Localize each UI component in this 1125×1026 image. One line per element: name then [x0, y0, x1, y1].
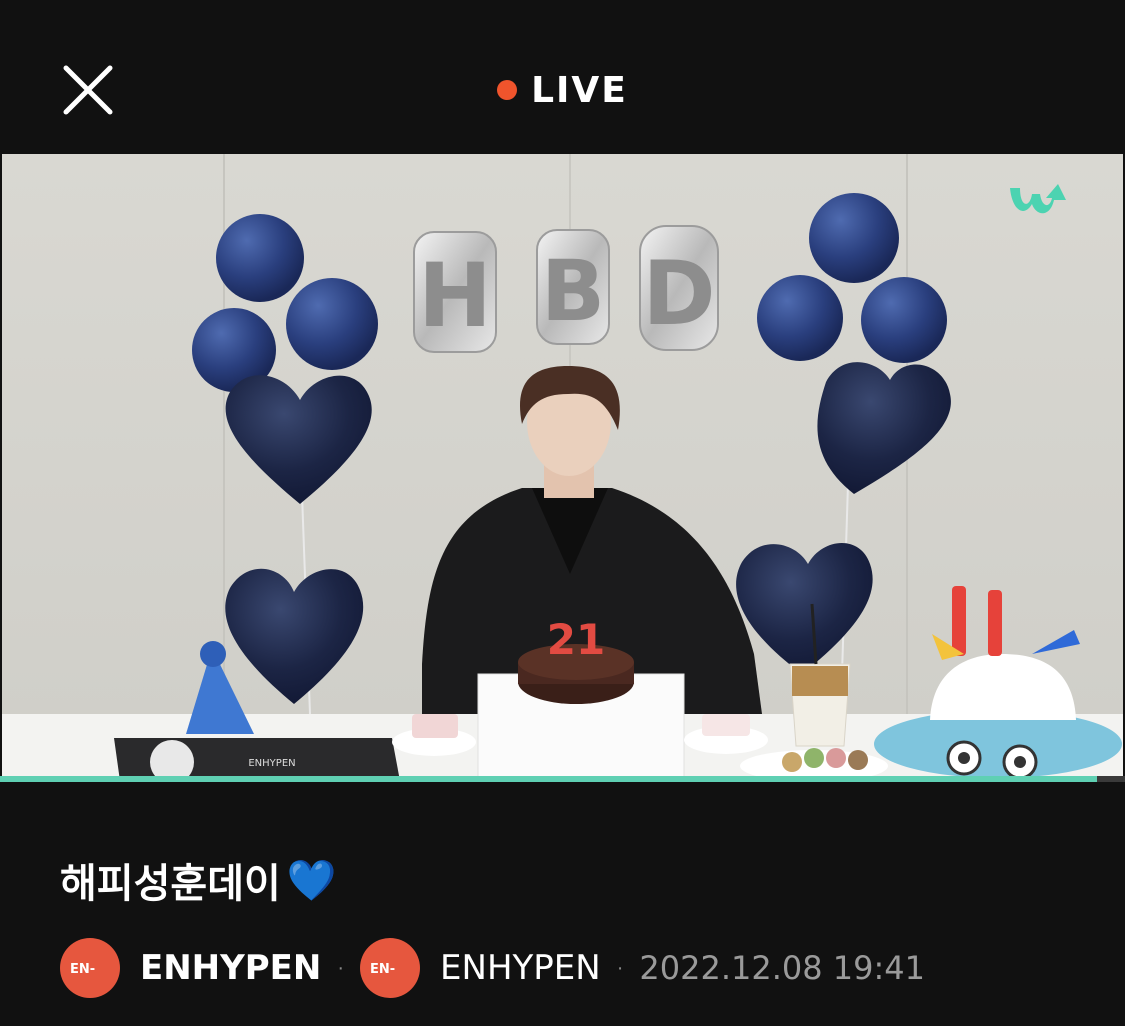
channel-name[interactable]: ENHYPEN [140, 948, 321, 988]
post-title: 해피성훈데이 💙 [60, 850, 337, 910]
enhypen-logo-icon: EN- [370, 962, 395, 976]
post-title-text: 해피성훈데이 [60, 861, 281, 907]
svg-text:D: D [642, 242, 715, 345]
svg-text:ENHYPEN: ENHYPEN [248, 758, 295, 769]
top-bar: LIVE [0, 0, 1125, 154]
video-player[interactable]: H B D ENHYPEN 21 [2, 154, 1123, 781]
video-frame: H B D ENHYPEN 21 [2, 154, 1123, 781]
enhypen-logo-icon: EN- [70, 962, 95, 976]
video-progress-fill [0, 776, 1097, 782]
separator-dot: · [616, 956, 624, 979]
live-label: LIVE [531, 69, 628, 111]
hbd-balloons: H B D [413, 225, 719, 353]
blue-heart-icon: 💙 [286, 857, 337, 904]
video-progress-bar[interactable] [0, 776, 1125, 782]
svg-text:H: H [418, 244, 492, 347]
channel-avatar[interactable]: EN- [60, 938, 120, 998]
post-meta: EN- ENHYPEN · EN- ENHYPEN · 2022.12.08 1… [60, 938, 925, 998]
artist-avatar[interactable]: EN- [360, 938, 421, 998]
laptop: ENHYPEN [114, 738, 400, 781]
separator-dot: · [337, 956, 345, 979]
svg-text:EN-: EN- [70, 962, 95, 976]
artist-name[interactable]: ENHYPEN [440, 948, 601, 988]
svg-text:B: B [541, 242, 605, 340]
live-dot-icon [497, 80, 518, 100]
svg-text:21: 21 [547, 615, 605, 664]
live-indicator: LIVE [0, 68, 1125, 112]
svg-text:EN-: EN- [370, 962, 395, 976]
post-timestamp: 2022.12.08 19:41 [639, 949, 925, 987]
